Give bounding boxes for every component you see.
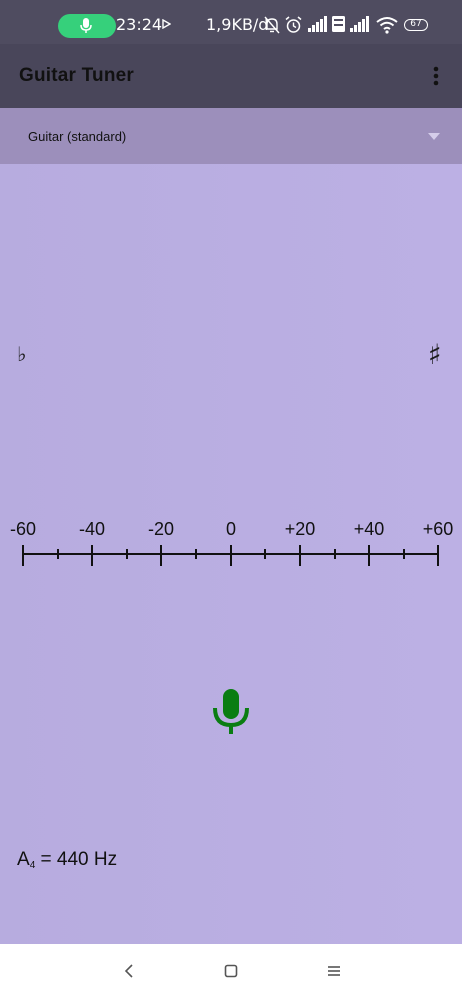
home-icon[interactable] xyxy=(224,964,238,978)
recents-icon[interactable] xyxy=(327,964,341,978)
mic-button-icon[interactable] xyxy=(212,688,250,736)
dropdown-arrow-icon[interactable] xyxy=(428,133,440,140)
signal-icon xyxy=(350,16,369,32)
scale-label: +60 xyxy=(423,519,454,539)
navigation-bar xyxy=(0,944,462,1000)
app-bar: Guitar Tuner xyxy=(0,44,462,108)
play-icon xyxy=(162,19,171,29)
scale-label: 0 xyxy=(226,519,236,539)
scale-label: +20 xyxy=(285,519,316,539)
signal-icon xyxy=(308,16,327,32)
scale-label: +40 xyxy=(354,519,385,539)
scale-label: -40 xyxy=(79,519,105,539)
reference-value: = 440 Hz xyxy=(35,849,118,870)
recording-indicator[interactable] xyxy=(58,14,116,38)
scale-label: -20 xyxy=(148,519,174,539)
instrument-dropdown[interactable]: Guitar (standard) xyxy=(0,108,462,164)
scale-label: -60 xyxy=(10,519,36,539)
status-bar: 23:24 1,9KB/d 67 xyxy=(0,0,462,44)
back-icon[interactable] xyxy=(124,964,134,978)
flat-symbol: ♭ xyxy=(17,342,27,366)
sharp-symbol: ♯ xyxy=(428,338,442,371)
cents-scale: -60 -40 -20 0 +20 +40 +60 xyxy=(10,519,454,566)
more-vert-icon[interactable] xyxy=(426,64,446,90)
wifi-icon xyxy=(376,17,398,34)
battery-icon: 67 xyxy=(404,19,428,31)
reference-note: A xyxy=(17,849,30,870)
reference-frequency: A4 = 440 Hz xyxy=(17,849,117,871)
mic-icon xyxy=(80,18,92,33)
status-time: 23:24 xyxy=(116,15,163,34)
bell-off-icon xyxy=(264,16,280,34)
battery-level: 67 xyxy=(410,19,422,29)
instrument-selected: Guitar (standard) xyxy=(28,129,127,144)
network-speed: 1,9KB/d xyxy=(206,15,269,34)
volte-icon xyxy=(332,16,345,32)
alarm-icon xyxy=(285,16,302,33)
app-title: Guitar Tuner xyxy=(19,65,134,86)
